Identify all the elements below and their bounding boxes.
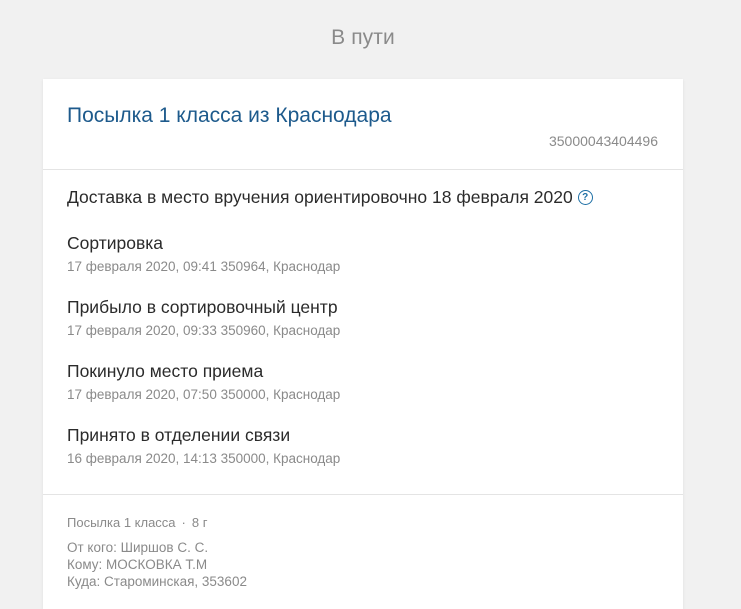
event-title: Прибыло в сортировочный центр [67, 297, 338, 317]
parcel-summary: Посылка 1 класса · 8 г [67, 515, 207, 530]
delivery-estimate-text: Доставка в место вручения ориентировочно… [67, 187, 573, 207]
event-meta: 16 февраля 2020, 14:13 350000, Краснодар [67, 451, 341, 466]
recipient: Кому: МОСКОВКА Т.М [67, 557, 208, 572]
card-footer: Посылка 1 класса · 8 г От кого: Ширшов С. … [43, 494, 683, 589]
card-header: Посылка 1 класса из Краснодара 350000434… [43, 79, 683, 170]
tracking-event: Сортировка 17 февраля 2020, 09:41 350964… [67, 231, 657, 295]
separator-dot: · [181, 515, 186, 530]
event-title: Сортировка [67, 233, 164, 253]
tracking-event: Прибыло в сортировочный центр 17 февраля… [67, 295, 657, 359]
parcel-type: Посылка 1 класса [67, 515, 176, 530]
tracking-event: Покинуло место приема 17 февраля 2020, 0… [67, 359, 657, 423]
event-title: Покинуло место приема [67, 361, 264, 381]
section-title: В пути [331, 26, 395, 49]
event-title: Принято в отделении связи [67, 425, 291, 445]
tracking-number: 35000043404496 [548, 133, 658, 149]
event-meta: 17 февраля 2020, 07:50 350000, Краснодар [67, 387, 341, 402]
event-meta: 17 февраля 2020, 09:33 350960, Краснодар [67, 323, 341, 338]
tracking-event: Принято в отделении связи 16 февраля 202… [67, 423, 657, 487]
parcel-weight: 8 г [191, 515, 208, 530]
delivery-estimate: Доставка в место вручения ориентировочно… [67, 187, 593, 208]
sender: От кого: Ширшов С. С. [67, 540, 209, 555]
help-icon[interactable]: ? [577, 190, 593, 205]
event-meta: 17 февраля 2020, 09:41 350964, Краснодар [67, 259, 341, 274]
parcel-title-link[interactable]: Посылка 1 класса из Краснодара [67, 104, 392, 128]
tracking-events-list: Сортировка 17 февраля 2020, 09:41 350964… [67, 231, 657, 487]
destination-address: Куда: Староминская, 353602 [67, 574, 247, 589]
parcel-details: От кого: Ширшов С. С. Кому: МОСКОВКА Т.М… [67, 539, 247, 590]
parcel-card: Посылка 1 класса из Краснодара 350000434… [43, 79, 683, 609]
